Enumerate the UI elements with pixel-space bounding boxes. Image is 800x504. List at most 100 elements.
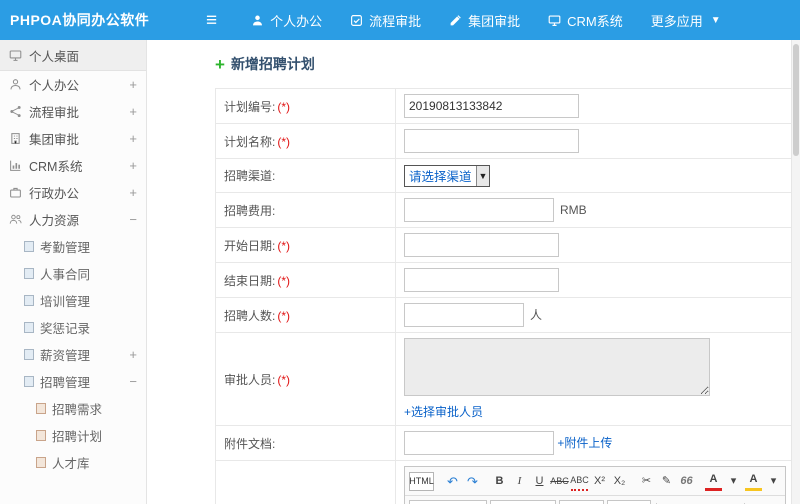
sidebar-item-process-approval[interactable]: 流程审批 + bbox=[0, 98, 146, 125]
html-source-button[interactable]: HTML bbox=[409, 471, 434, 491]
sidebar-item-recruit-plan[interactable]: 招聘计划 bbox=[0, 422, 146, 449]
table-row: 招聘渠道: 请选择渠道 ▼ bbox=[215, 158, 795, 193]
sidebar-item-crm[interactable]: CRM系统 + bbox=[0, 152, 146, 179]
required-mark: (*) bbox=[277, 308, 291, 323]
sidebar-item-desktop[interactable]: 个人桌面 bbox=[0, 40, 146, 71]
nav-label: 个人办公 bbox=[270, 13, 323, 29]
required-mark: (*) bbox=[277, 273, 291, 288]
sidebar-item-admin-office[interactable]: 行政办公 + bbox=[0, 179, 146, 206]
sidebar-label: 招聘需求 bbox=[52, 403, 103, 417]
undo-icon[interactable]: ↶ bbox=[444, 473, 461, 490]
cut-icon[interactable]: ✂ bbox=[638, 473, 655, 490]
doc-icon bbox=[24, 295, 34, 306]
sidebar-label: 个人办公 bbox=[29, 79, 80, 93]
nav-more-apps[interactable]: 更多应用 ▼ bbox=[651, 11, 721, 30]
app-window: PHPOA协同办公软件 ≡ 个人办公 流程审批 集团审批 CRM系统 更多应用 … bbox=[0, 0, 800, 504]
sidebar-label: 个人桌面 bbox=[29, 49, 80, 64]
subscript-button[interactable]: X₂ bbox=[611, 473, 628, 490]
monitor-icon bbox=[548, 14, 561, 27]
select-value: 请选择渠道 bbox=[409, 170, 472, 184]
field-label: 招聘人数: bbox=[224, 308, 276, 323]
paragraph-format-dropdown[interactable]: 段落格式▾ bbox=[489, 500, 557, 504]
headcount-input[interactable] bbox=[404, 303, 524, 327]
expand-icon[interactable]: + bbox=[125, 185, 137, 200]
sidebar-item-personal-office[interactable]: 个人办公 + bbox=[0, 71, 146, 98]
sidebar-item-talent-pool[interactable]: 人才库 bbox=[0, 449, 146, 476]
attachment-upload-link[interactable]: +附件上传 bbox=[557, 436, 612, 450]
spellcheck-button[interactable]: ABC bbox=[570, 472, 589, 491]
font-size-dropdown[interactable]: 字号▾ bbox=[606, 500, 652, 504]
vertical-scrollbar[interactable] bbox=[791, 40, 800, 504]
top-header: PHPOA协同办公软件 ≡ 个人办公 流程审批 集团审批 CRM系统 更多应用 … bbox=[0, 0, 800, 40]
doc-icon bbox=[36, 403, 46, 414]
expand-icon[interactable]: + bbox=[125, 77, 137, 92]
nav-label: CRM系统 bbox=[567, 13, 623, 29]
scrollbar-thumb[interactable] bbox=[793, 44, 799, 156]
field-label: 计划名称: bbox=[224, 134, 276, 149]
pencil-icon[interactable]: ✎ bbox=[658, 473, 675, 490]
sidebar-item-recruit-needs[interactable]: 招聘需求 bbox=[0, 395, 146, 422]
unit-label: RMB bbox=[560, 203, 587, 217]
sidebar-label: 流程审批 bbox=[29, 106, 80, 120]
sidebar-label: 招聘管理 bbox=[40, 376, 91, 390]
superscript-button[interactable]: X² bbox=[591, 473, 608, 490]
sidebar-item-group-approval[interactable]: 集团审批 + bbox=[0, 125, 146, 152]
sidebar-item-recruit-mgmt[interactable]: 招聘管理 − bbox=[0, 368, 146, 395]
edit-pencil-icon bbox=[449, 14, 462, 27]
collapse-icon[interactable]: − bbox=[125, 212, 137, 227]
bold-button[interactable]: B bbox=[491, 473, 508, 490]
sidebar-item-hr-contract[interactable]: 人事合同 bbox=[0, 260, 146, 287]
redo-icon[interactable]: ↷ bbox=[464, 473, 481, 490]
start-date-input[interactable] bbox=[404, 233, 559, 257]
hamburger-menu-icon[interactable]: ≡ bbox=[206, 11, 217, 30]
required-mark: (*) bbox=[277, 134, 291, 149]
expand-icon[interactable]: + bbox=[125, 347, 137, 362]
collapse-icon[interactable]: − bbox=[125, 374, 137, 389]
select-approver-link[interactable]: +选择审批人员 bbox=[404, 403, 786, 420]
sidebar-label: 集团审批 bbox=[29, 133, 80, 147]
app-logo: PHPOA协同办公软件 bbox=[10, 12, 150, 28]
strikethrough-button[interactable]: ABC bbox=[550, 473, 569, 490]
table-row: 附件文档: +附件上传 bbox=[215, 425, 795, 461]
expand-icon[interactable]: + bbox=[125, 158, 137, 173]
table-row: 开始日期: (*) bbox=[215, 227, 795, 263]
blockquote-button[interactable]: 66 bbox=[678, 473, 695, 490]
sidebar-item-training[interactable]: 培训管理 bbox=[0, 287, 146, 314]
sidebar-item-attendance[interactable]: 考勤管理 bbox=[0, 233, 146, 260]
nav-process-approval[interactable]: 流程审批 bbox=[350, 11, 421, 30]
sidebar-label: 人力资源 bbox=[29, 214, 80, 228]
main-area: 个人桌面 个人办公 + 流程审批 + 集团审批 + CRM系统 + 行政办公 +… bbox=[0, 40, 800, 504]
fee-input[interactable] bbox=[404, 198, 554, 222]
sidebar-label: 行政办公 bbox=[29, 187, 80, 201]
font-color-caret[interactable]: ▾ bbox=[725, 473, 742, 490]
attachment-input[interactable] bbox=[404, 431, 554, 455]
channel-select[interactable]: 请选择渠道 ▼ bbox=[404, 164, 491, 187]
nav-personal-office[interactable]: 个人办公 bbox=[251, 11, 322, 30]
field-label: 招聘费用: bbox=[224, 203, 276, 218]
building-icon bbox=[9, 132, 22, 145]
italic-button[interactable]: I bbox=[511, 473, 528, 490]
font-color-button[interactable]: A bbox=[705, 471, 722, 491]
sidebar: 个人桌面 个人办公 + 流程审批 + 集团审批 + CRM系统 + 行政办公 +… bbox=[0, 40, 147, 504]
user-icon bbox=[251, 14, 264, 27]
highlight-color-button[interactable]: A bbox=[745, 471, 762, 491]
doc-icon bbox=[24, 268, 34, 279]
sidebar-item-salary[interactable]: 薪资管理 + bbox=[0, 341, 146, 368]
highlight-color-caret[interactable]: ▾ bbox=[765, 473, 782, 490]
nav-group-approval[interactable]: 集团审批 bbox=[449, 11, 520, 30]
end-date-input[interactable] bbox=[404, 268, 559, 292]
approver-textarea[interactable] bbox=[404, 338, 710, 396]
toolbar-row-2: 自定义标题▾ 段落格式▾ 字体▾ 字号▾ bbox=[405, 496, 785, 504]
field-label: 开始日期: bbox=[224, 238, 276, 253]
expand-icon[interactable]: + bbox=[125, 131, 137, 146]
underline-button[interactable]: U bbox=[531, 473, 548, 490]
font-family-dropdown[interactable]: 字体▾ bbox=[559, 500, 604, 504]
nav-crm-system[interactable]: CRM系统 bbox=[548, 11, 623, 30]
sidebar-item-hr[interactable]: 人力资源 − bbox=[0, 206, 146, 233]
table-row: 计划名称: (*) bbox=[215, 123, 795, 159]
custom-heading-dropdown[interactable]: 自定义标题▾ bbox=[409, 500, 487, 504]
expand-icon[interactable]: + bbox=[125, 104, 137, 119]
plan-name-input[interactable] bbox=[404, 129, 579, 153]
plan-number-input[interactable] bbox=[404, 94, 579, 118]
sidebar-item-rewards[interactable]: 奖惩记录 bbox=[0, 314, 146, 341]
